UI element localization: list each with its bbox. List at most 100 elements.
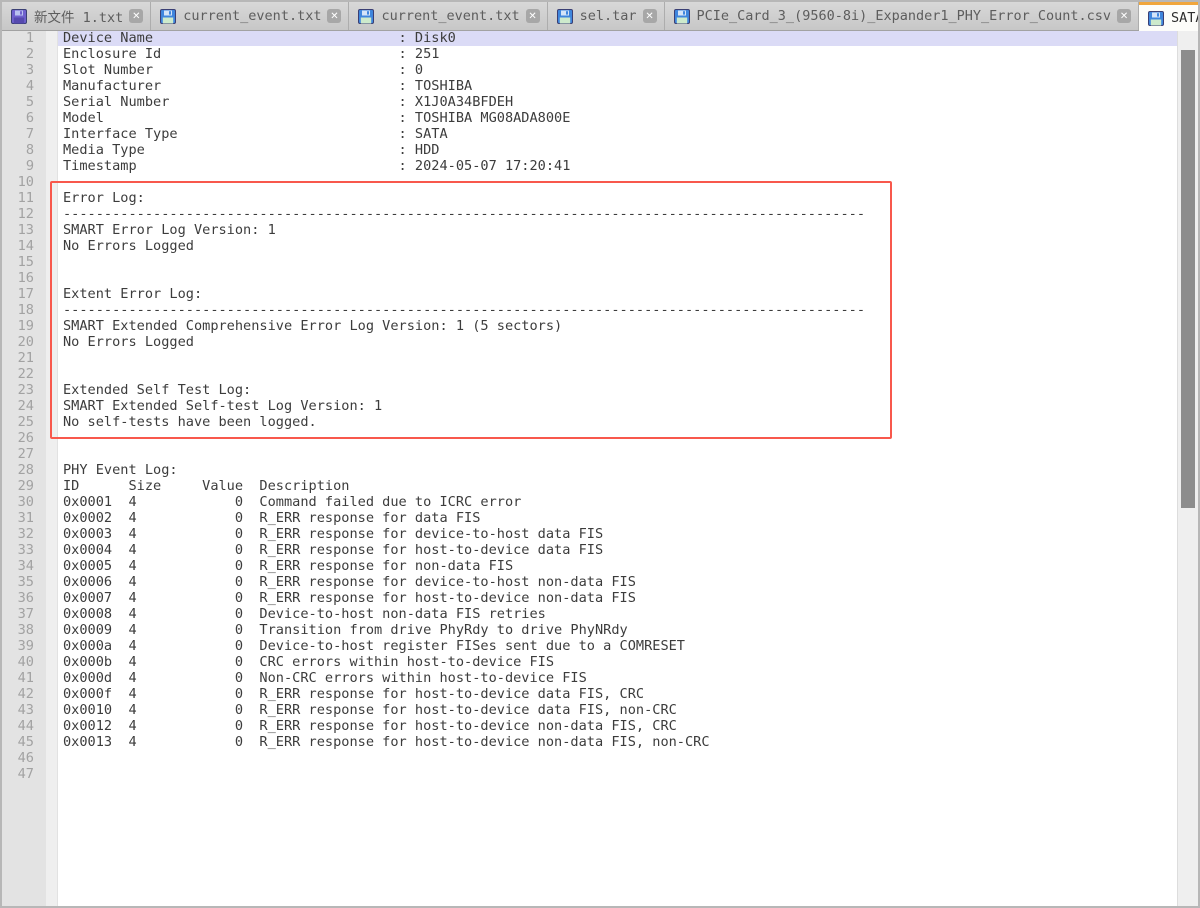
code-line[interactable]: Media Type : HDD [58,142,1178,158]
code-line[interactable]: Manufacturer : TOSHIBA [58,78,1178,94]
code-line[interactable]: No Errors Logged [58,238,1178,254]
close-icon[interactable]: ✕ [526,9,540,23]
code-area[interactable]: Device Name : Disk0Enclosure Id : 251Slo… [58,30,1178,906]
code-line[interactable]: PHY Event Log: [58,462,1178,478]
line-number: 19 [2,318,46,334]
code-line[interactable]: Serial Number : X1J0A34BFDEH [58,94,1178,110]
code-line[interactable]: No self-tests have been logged. [58,414,1178,430]
code-line[interactable]: 0x000b 4 0 CRC errors within host-to-dev… [58,654,1178,670]
code-line[interactable]: 0x0003 4 0 R_ERR response for device-to-… [58,526,1178,542]
line-number: 28 [2,462,46,478]
code-line[interactable]: Extent Error Log: [58,286,1178,302]
code-line[interactable]: Timestamp : 2024-05-07 17:20:41 [58,158,1178,174]
line-number: 13 [2,222,46,238]
code-line[interactable]: SMART Extended Comprehensive Error Log V… [58,318,1178,334]
line-number: 1 [2,30,46,46]
code-line[interactable] [58,430,1178,446]
code-line[interactable] [58,366,1178,382]
code-line[interactable] [58,446,1178,462]
line-number: 42 [2,686,46,702]
code-line[interactable]: 0x0009 4 0 Transition from drive PhyRdy … [58,622,1178,638]
line-number: 35 [2,574,46,590]
code-line[interactable]: 0x0001 4 0 Command failed due to ICRC er… [58,494,1178,510]
close-icon[interactable]: ✕ [129,9,143,23]
tab-1-txt[interactable]: 新文件 1.txt ✕ [2,2,151,30]
scrollbar-thumb[interactable] [1181,50,1195,508]
close-icon[interactable]: ✕ [327,9,341,23]
line-number: 20 [2,334,46,350]
code-line[interactable] [58,270,1178,286]
code-line[interactable]: 0x000d 4 0 Non-CRC errors within host-to… [58,670,1178,686]
line-number: 4 [2,78,46,94]
line-number: 2 [2,46,46,62]
tab-current-event-txt[interactable]: current_event.txt✕ [151,2,349,30]
line-number: 6 [2,110,46,126]
code-line[interactable]: ----------------------------------------… [58,206,1178,222]
tab-current-event-txt[interactable]: current_event.txt✕ [349,2,547,30]
line-number: 44 [2,718,46,734]
code-line[interactable]: No Errors Logged [58,334,1178,350]
code-line[interactable]: 0x000a 4 0 Device-to-host register FISes… [58,638,1178,654]
code-line[interactable]: Enclosure Id : 251 [58,46,1178,62]
line-number: 10 [2,174,46,190]
code-line[interactable]: Extended Self Test Log: [58,382,1178,398]
line-number: 34 [2,558,46,574]
tab-pcie-card-3-9560-8i-expander1-phy-error-count-csv[interactable]: PCIe_Card_3_(9560-8i)_Expander1_PHY_Erro… [665,2,1140,30]
code-line-current[interactable]: Device Name : Disk0 [58,30,1178,46]
tab-sel-tar[interactable]: sel.tar ✕ [548,2,665,30]
code-line[interactable]: ID Size Value Description [58,478,1178,494]
line-number: 26 [2,430,46,446]
line-number-gutter: 1234567891011121314151617181920212223242… [2,30,58,906]
code-line[interactable]: SMART Extended Self-test Log Version: 1 [58,398,1178,414]
code-line[interactable]: 0x000f 4 0 R_ERR response for host-to-de… [58,686,1178,702]
code-line[interactable]: 0x0006 4 0 R_ERR response for device-to-… [58,574,1178,590]
line-number: 3 [2,62,46,78]
line-number: 23 [2,382,46,398]
code-line[interactable]: 0x0008 4 0 Device-to-host non-data FIS r… [58,606,1178,622]
line-number: 47 [2,766,46,782]
line-number: 38 [2,622,46,638]
line-number: 39 [2,638,46,654]
code-line[interactable] [58,750,1178,766]
code-line[interactable]: 0x0013 4 0 R_ERR response for host-to-de… [58,734,1178,750]
code-line[interactable] [58,254,1178,270]
line-number: 30 [2,494,46,510]
code-line[interactable]: Interface Type : SATA [58,126,1178,142]
line-number: 11 [2,190,46,206]
close-icon[interactable]: ✕ [1117,9,1131,23]
code-line[interactable] [58,766,1178,782]
code-line[interactable]: Model : TOSHIBA MG08ADA800E [58,110,1178,126]
code-line[interactable]: Slot Number : 0 [58,62,1178,78]
line-number: 32 [2,526,46,542]
close-icon[interactable]: ✕ [643,9,657,23]
code-line[interactable]: 0x0007 4 0 R_ERR response for host-to-de… [58,590,1178,606]
code-line[interactable]: ----------------------------------------… [58,302,1178,318]
code-line[interactable]: SMART Error Log Version: 1 [58,222,1178,238]
line-number: 31 [2,510,46,526]
code-line[interactable]: 0x0005 4 0 R_ERR response for non-data F… [58,558,1178,574]
line-number: 7 [2,126,46,142]
code-line[interactable]: 0x0012 4 0 R_ERR response for host-to-de… [58,718,1178,734]
vertical-scrollbar[interactable] [1177,30,1198,906]
code-line[interactable]: Error Log: [58,190,1178,206]
tab-label: PCIe_Card_3_(9560-8i)_Expander1_PHY_Erro… [697,8,1112,24]
line-number: 12 [2,206,46,222]
code-line[interactable] [58,174,1178,190]
floppy-icon [1148,11,1164,26]
code-line[interactable]: 0x0002 4 0 R_ERR response for data FIS [58,510,1178,526]
tab-label: sel.tar [580,8,637,24]
code-line[interactable]: 0x0004 4 0 R_ERR response for host-to-de… [58,542,1178,558]
code-line[interactable]: 0x0010 4 0 R_ERR response for host-to-de… [58,702,1178,718]
line-number: 15 [2,254,46,270]
line-number: 37 [2,606,46,622]
editor-pane[interactable]: 1234567891011121314151617181920212223242… [2,30,1198,906]
line-number: 46 [2,750,46,766]
tab-label: 新文件 1.txt [34,6,123,26]
line-number: 43 [2,702,46,718]
tab-label: SATA_Log [1171,10,1200,26]
line-number: 33 [2,542,46,558]
floppy-icon [674,9,690,24]
line-number: 17 [2,286,46,302]
tab-sata-log[interactable]: SATA_Log✕ [1139,2,1200,31]
code-line[interactable] [58,350,1178,366]
